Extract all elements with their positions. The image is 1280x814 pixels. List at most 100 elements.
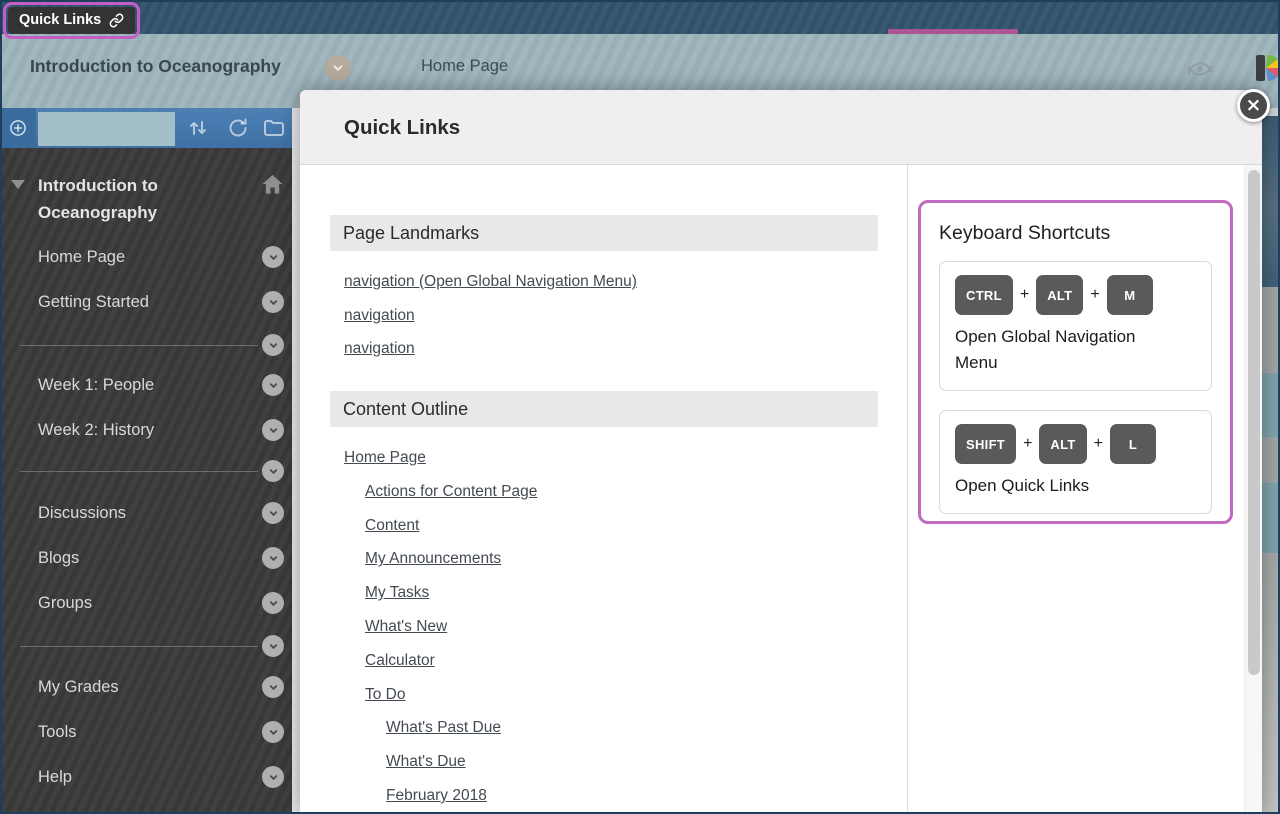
chevron-down-icon[interactable] (262, 246, 284, 268)
home-icon[interactable] (261, 174, 284, 195)
outline-link[interactable]: To Do (365, 686, 406, 703)
shortcut-keys: SHIFT + ALT + L (955, 424, 1196, 464)
sidebar-item-groups[interactable]: Groups (38, 588, 292, 618)
plus-separator: + (1094, 435, 1103, 453)
quick-links-label: Quick Links (19, 12, 101, 28)
landmark-link-row: navigation (344, 299, 637, 333)
key-cap: SHIFT (955, 424, 1016, 464)
outline-link-row: Content (344, 509, 537, 543)
link-icon (109, 13, 124, 28)
sidebar-item-home-page[interactable]: Home Page (38, 242, 292, 272)
modal-scrollbar (1244, 165, 1262, 813)
key-cap: ALT (1036, 275, 1083, 315)
outline-link[interactable]: What's Due (386, 753, 466, 770)
chevron-down-icon[interactable] (262, 374, 284, 396)
content-outline-heading: Content Outline (330, 391, 878, 427)
key-cap: ALT (1039, 424, 1086, 464)
chevron-down-icon[interactable] (262, 460, 284, 482)
folder-icon[interactable] (262, 116, 286, 140)
page-landmarks-heading: Page Landmarks (330, 215, 878, 251)
sidebar-item-help[interactable]: Help (38, 762, 292, 792)
chevron-down-icon[interactable] (262, 502, 284, 524)
outline-link-row: What's New (344, 610, 537, 644)
chevron-down-icon[interactable] (262, 721, 284, 743)
shortcut-card: SHIFT + ALT + L Open Quick Links (939, 410, 1212, 514)
top-bar: Quick Links (0, 0, 1280, 34)
outline-link[interactable]: Home Page (344, 449, 426, 466)
key-cap: CTRL (955, 275, 1013, 315)
course-menu-toolbar (0, 108, 292, 148)
quick-links-focus-outline: Quick Links (3, 2, 140, 39)
page-landmarks-list: navigation (Open Global Navigation Menu)… (344, 265, 637, 366)
landmark-link[interactable]: navigation (344, 307, 415, 324)
outline-link[interactable]: What's New (365, 618, 447, 635)
outline-link[interactable]: Actions for Content Page (365, 483, 537, 500)
chevron-down-icon[interactable] (262, 334, 284, 356)
shortcut-card: CTRL + ALT + M Open Global Navigation Me… (939, 261, 1212, 391)
collapse-triangle-icon[interactable] (11, 180, 25, 189)
active-tab-indicator (888, 29, 1018, 34)
outline-link-row: Calculator (344, 644, 537, 678)
add-circle-icon[interactable] (0, 108, 36, 148)
outline-link-row: Actions for Content Page (344, 475, 537, 509)
breadcrumb: Home Page (421, 57, 508, 76)
sidebar-item-tools[interactable]: Tools (38, 717, 292, 747)
sidebar-item-discussions[interactable]: Discussions (38, 498, 292, 528)
modal-header: Quick Links (300, 90, 1262, 165)
sidebar-divider (0, 460, 292, 482)
shortcut-label: Open Quick Links (955, 473, 1167, 499)
student-preview-icon[interactable] (1184, 54, 1216, 84)
chevron-down-icon[interactable] (262, 766, 284, 788)
chevron-down-icon[interactable] (262, 635, 284, 657)
outline-link[interactable]: Content (365, 517, 419, 534)
column-divider (907, 165, 908, 813)
menu-view-toggle[interactable] (38, 112, 175, 146)
sidebar-course-title[interactable]: Introduction to Oceanography (38, 172, 238, 226)
outline-link[interactable]: My Tasks (365, 584, 429, 601)
keyboard-shortcuts-heading: Keyboard Shortcuts (939, 222, 1212, 245)
modal-body: Page Landmarks navigation (Open Global N… (300, 165, 1262, 813)
course-menu-chevron-icon[interactable] (325, 55, 351, 81)
plus-separator: + (1023, 435, 1032, 453)
chevron-down-icon[interactable] (262, 419, 284, 441)
sidebar-item-getting-started[interactable]: Getting Started (38, 287, 292, 317)
sidebar-item-week2[interactable]: Week 2: History (38, 415, 292, 445)
landmark-link-row: navigation (344, 332, 637, 366)
chevron-down-icon[interactable] (262, 676, 284, 698)
course-title: Introduction to Oceanography (30, 56, 281, 77)
sort-arrows-icon[interactable] (186, 116, 210, 140)
outline-link-row: What's Past Due (344, 711, 537, 745)
theme-palette-icon[interactable] (1256, 53, 1280, 83)
close-icon[interactable]: × (1237, 89, 1270, 122)
quick-links-modal: Quick Links Page Landmarks navigation (O… (300, 90, 1262, 814)
quick-links-button[interactable]: Quick Links (8, 7, 135, 34)
landmark-link[interactable]: navigation (Open Global Navigation Menu) (344, 273, 637, 290)
outline-link[interactable]: What's Past Due (386, 719, 501, 736)
outline-link[interactable]: February 2018 (386, 787, 487, 804)
sidebar-divider (0, 635, 292, 657)
outline-link-row: My Announcements (344, 542, 537, 576)
sidebar-item-week1[interactable]: Week 1: People (38, 370, 292, 400)
plus-separator: + (1020, 286, 1029, 304)
outline-link[interactable]: My Announcements (365, 550, 501, 567)
chevron-down-icon[interactable] (262, 291, 284, 313)
outline-link[interactable]: Calculator (365, 652, 435, 669)
screen: Quick Links Introduction to Oceanography… (0, 0, 1280, 814)
keyboard-shortcuts-panel: Keyboard Shortcuts CTRL + ALT + M Open G… (918, 200, 1233, 524)
outline-link-row: To Do (344, 678, 537, 712)
sidebar-item-blogs[interactable]: Blogs (38, 543, 292, 573)
outline-link-row: My Tasks (344, 576, 537, 610)
shortcut-label: Open Global Navigation Menu (955, 324, 1167, 376)
sidebar-item-my-grades[interactable]: My Grades (38, 672, 292, 702)
refresh-icon[interactable] (226, 116, 250, 140)
chevron-down-icon[interactable] (262, 592, 284, 614)
chevron-down-icon[interactable] (262, 547, 284, 569)
outline-link-row: February 2018 (344, 779, 537, 813)
outline-link-row: What's Due (344, 745, 537, 779)
key-cap: M (1107, 275, 1153, 315)
scrollbar-thumb[interactable] (1248, 170, 1260, 675)
landmark-link-row: navigation (Open Global Navigation Menu) (344, 265, 637, 299)
background-page-strip (1262, 108, 1280, 814)
shortcut-keys: CTRL + ALT + M (955, 275, 1196, 315)
landmark-link[interactable]: navigation (344, 340, 415, 357)
